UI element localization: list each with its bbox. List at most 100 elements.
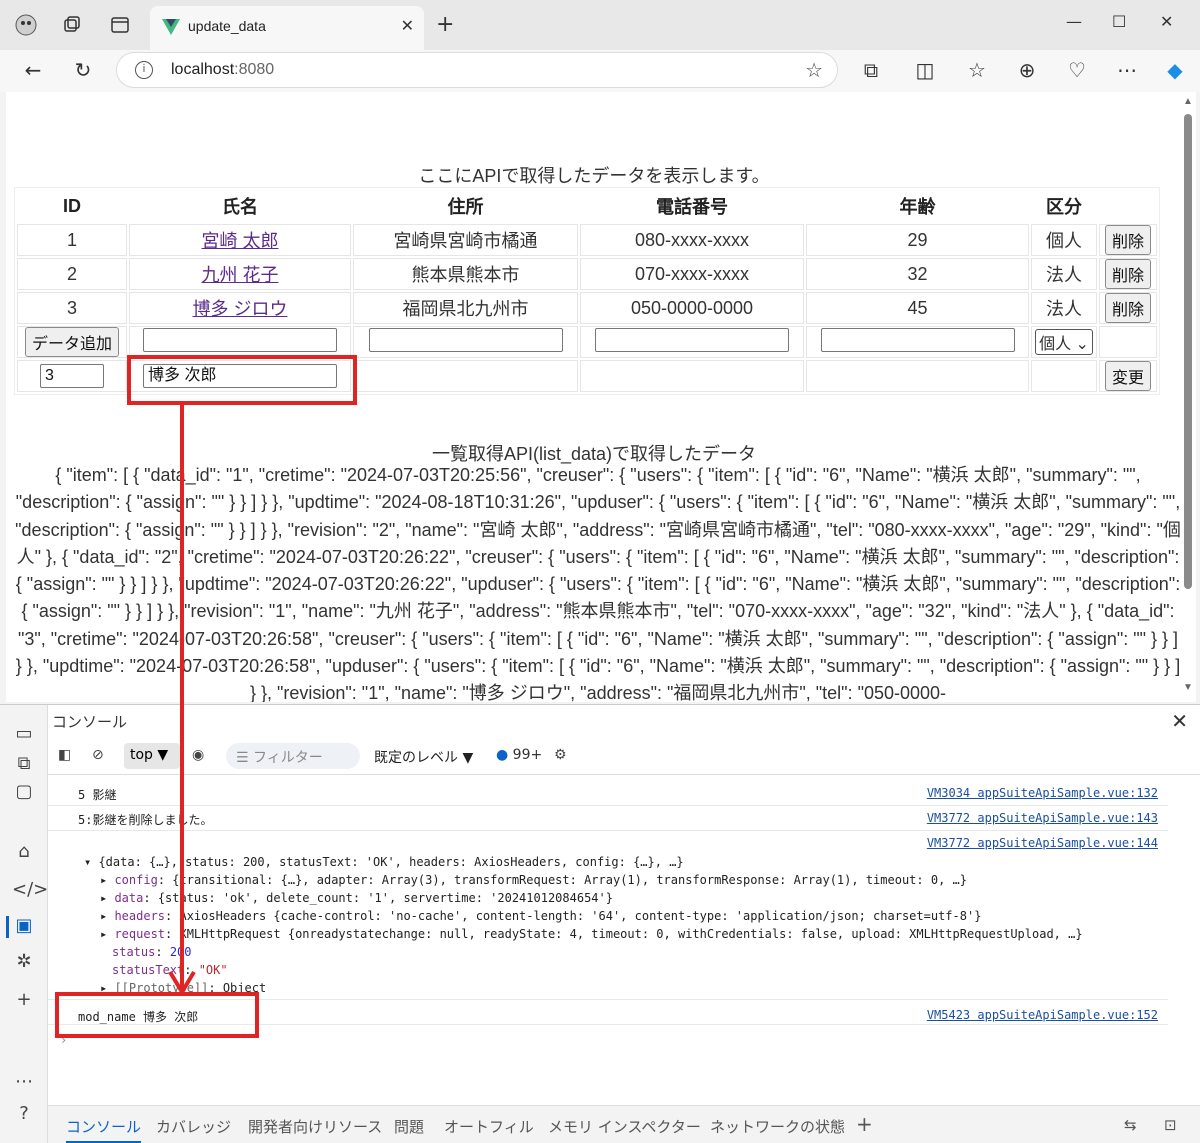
url-text: localhost:8080 <box>171 61 275 78</box>
filter-input[interactable]: ☰ フィルター <box>226 743 360 769</box>
name-link[interactable]: 宮崎 太郎 <box>201 231 278 251</box>
extensions-icon[interactable]: ⧉ <box>858 58 884 82</box>
tab-console[interactable]: コンソール <box>66 1116 142 1143</box>
table-row: 3 博多 ジロウ 福岡県北九州市 050-0000-0000 45 法人 削除 <box>17 292 1157 324</box>
log-source-link[interactable]: VM3772 appSuiteApiSample.vue:143 <box>927 811 1158 825</box>
live-expression-eye-icon[interactable]: ◉ <box>192 747 204 763</box>
add-tool-icon[interactable]: + <box>12 989 36 1013</box>
object-prop-request[interactable]: ▸ request: XMLHttpRequest {onreadystatec… <box>100 927 1083 941</box>
devtools-sidebar: ▭ ⧉ ▢ ⌂ </> ▣ ✲ + ⋯ ? <box>0 705 48 1143</box>
kind-select[interactable]: 個人 ⌄ <box>1035 329 1093 355</box>
log-source-link[interactable]: VM3772 appSuiteApiSample.vue:144 <box>927 836 1158 850</box>
object-prop-config[interactable]: ▸ config: {transitional: {…}, adapter: A… <box>100 873 967 887</box>
cell-kind: 個人 <box>1031 224 1097 256</box>
maximize-icon[interactable]: ☐ <box>1112 12 1126 31</box>
cell-tel: 070-xxxx-xxxx <box>580 258 804 290</box>
name-link[interactable]: 九州 花子 <box>201 265 278 285</box>
table-row: 2 九州 花子 熊本県熊本市 070-xxxx-xxxx 32 法人 削除 <box>17 258 1157 290</box>
json-output: { "item": [ { "data_id": "1", "cretime":… <box>15 465 1181 702</box>
tab-coverage[interactable]: カバレッジ <box>156 1116 231 1137</box>
log-source-link[interactable]: VM5423 appSuiteApiSample.vue:152 <box>927 1008 1158 1022</box>
new-name-input[interactable] <box>143 327 337 352</box>
dock-icon[interactable]: ▢ <box>12 781 36 805</box>
navigation-bar: ← ↻ i localhost:8080 ☆ ⧉ ◫ ☆ ⊕ ♡ ⋯ ◆ <box>0 50 1200 92</box>
sidebar-toggle-icon[interactable]: ◧ <box>58 747 71 763</box>
cell-empty <box>806 360 1029 392</box>
scroll-thumb[interactable] <box>1184 114 1192 589</box>
workspaces-icon[interactable] <box>60 13 84 37</box>
favorites-icon[interactable]: ☆ <box>964 58 990 82</box>
delete-button[interactable]: 削除 <box>1104 293 1151 323</box>
clear-console-icon[interactable]: ⊘ <box>92 747 104 763</box>
new-age-input[interactable] <box>820 327 1015 352</box>
refresh-icon[interactable]: ↻ <box>70 58 96 82</box>
more-menu-icon[interactable]: ⋯ <box>1114 58 1140 82</box>
new-tab-icon[interactable]: + <box>436 12 454 37</box>
device-emulation-icon[interactable]: ▭ <box>12 723 36 747</box>
annotation-box-log <box>55 992 259 1038</box>
tab-memory-inspector[interactable]: メモリ インスペクター <box>548 1116 701 1137</box>
close-tab-icon[interactable]: ✕ <box>401 16 414 35</box>
back-icon[interactable]: ← <box>20 58 46 82</box>
collections-icon[interactable]: ⊕ <box>1014 58 1040 82</box>
dock-drawer-icon[interactable]: ⇆ <box>1124 1116 1137 1134</box>
console-icon[interactable]: ▣ <box>12 915 36 939</box>
cell-new-address <box>353 326 578 358</box>
log-level-select[interactable]: 既定のレベル ▼ <box>374 747 473 767</box>
scroll-down-icon[interactable]: ▼ <box>1183 682 1193 693</box>
cell-address: 宮崎県宮崎市橘通 <box>353 224 578 256</box>
collapse-drawer-icon[interactable]: ⊡ <box>1164 1116 1177 1134</box>
tab-actions-icon[interactable] <box>108 13 132 37</box>
tab-issues[interactable]: 問題 <box>394 1116 424 1137</box>
add-tab-icon[interactable]: + <box>856 1112 873 1136</box>
cell-change: 変更 <box>1099 360 1157 392</box>
delete-button[interactable]: 削除 <box>1104 259 1151 289</box>
name-link[interactable]: 博多 ジロウ <box>192 299 287 319</box>
change-button[interactable]: 変更 <box>1104 361 1151 391</box>
add-data-button[interactable]: データ追加 <box>24 327 119 357</box>
cell-edit-id: 3 <box>17 360 127 392</box>
cell-id: 1 <box>17 224 127 256</box>
delete-button[interactable]: 削除 <box>1104 225 1151 255</box>
minimize-icon[interactable]: — <box>1066 12 1082 31</box>
tab-developer-resources[interactable]: 開発者向けリソース <box>248 1116 382 1137</box>
inspect-icon[interactable]: ⧉ <box>12 753 36 777</box>
edit-id-input[interactable]: 3 <box>40 364 104 388</box>
object-prop-data[interactable]: ▸ data: {status: 'ok', delete_count: '1'… <box>100 891 613 905</box>
log-source-link[interactable]: VM3034 appSuiteApiSample.vue:132 <box>927 786 1158 800</box>
home-icon[interactable]: ⌂ <box>12 841 36 865</box>
favorite-star-icon[interactable]: ☆ <box>805 58 823 82</box>
split-screen-icon[interactable]: ◫ <box>912 58 938 82</box>
new-address-input[interactable] <box>368 327 563 352</box>
copilot-icon[interactable]: ◆ <box>1162 58 1188 82</box>
site-info-icon[interactable]: i <box>135 61 153 79</box>
more-tools-icon[interactable]: ⋯ <box>12 1071 36 1095</box>
page-scrollbar[interactable]: ▲ ▼ <box>1180 92 1196 702</box>
cell-action: 削除 <box>1099 292 1157 324</box>
close-window-icon[interactable]: ✕ <box>1160 12 1173 31</box>
annotation-box-input <box>127 355 357 405</box>
profile-avatar-icon[interactable] <box>14 13 38 37</box>
debugger-bug-icon[interactable]: ✲ <box>12 951 36 975</box>
browser-essentials-icon[interactable]: ♡ <box>1064 58 1090 82</box>
devtools-close-icon[interactable]: ✕ <box>1171 709 1188 733</box>
console-output: 5 影継 VM3034 appSuiteApiSample.vue:132 5:… <box>48 777 1200 1107</box>
object-prop-headers[interactable]: ▸ headers: AxiosHeaders {cache-control: … <box>100 909 981 923</box>
devtools-title: コンソール <box>52 713 128 731</box>
tab-autofill[interactable]: オートフィル <box>444 1116 534 1137</box>
tab-network-conditions[interactable]: ネットワークの状態 <box>710 1116 845 1137</box>
settings-gear-icon[interactable]: ⚙ <box>554 747 567 763</box>
vue-logo-icon <box>162 19 180 35</box>
new-tel-input[interactable] <box>595 327 789 352</box>
context-select[interactable]: top ▼ <box>124 743 180 769</box>
elements-icon[interactable]: </> <box>12 879 48 903</box>
cell-id: 2 <box>17 258 127 290</box>
scroll-up-icon[interactable]: ▲ <box>1183 96 1193 107</box>
response-object-summary[interactable]: ▾ {data: {…}, status: 200, statusText: '… <box>84 855 684 869</box>
address-bar[interactable]: i localhost:8080 ☆ <box>116 52 838 88</box>
issues-badge[interactable]: ● 99+ <box>496 747 542 763</box>
tab-title: update_data <box>188 18 266 34</box>
help-icon[interactable]: ? <box>12 1103 36 1127</box>
browser-tab[interactable]: update_data ✕ <box>150 6 424 50</box>
cell-new-kind: 個人 ⌄ <box>1031 326 1097 358</box>
